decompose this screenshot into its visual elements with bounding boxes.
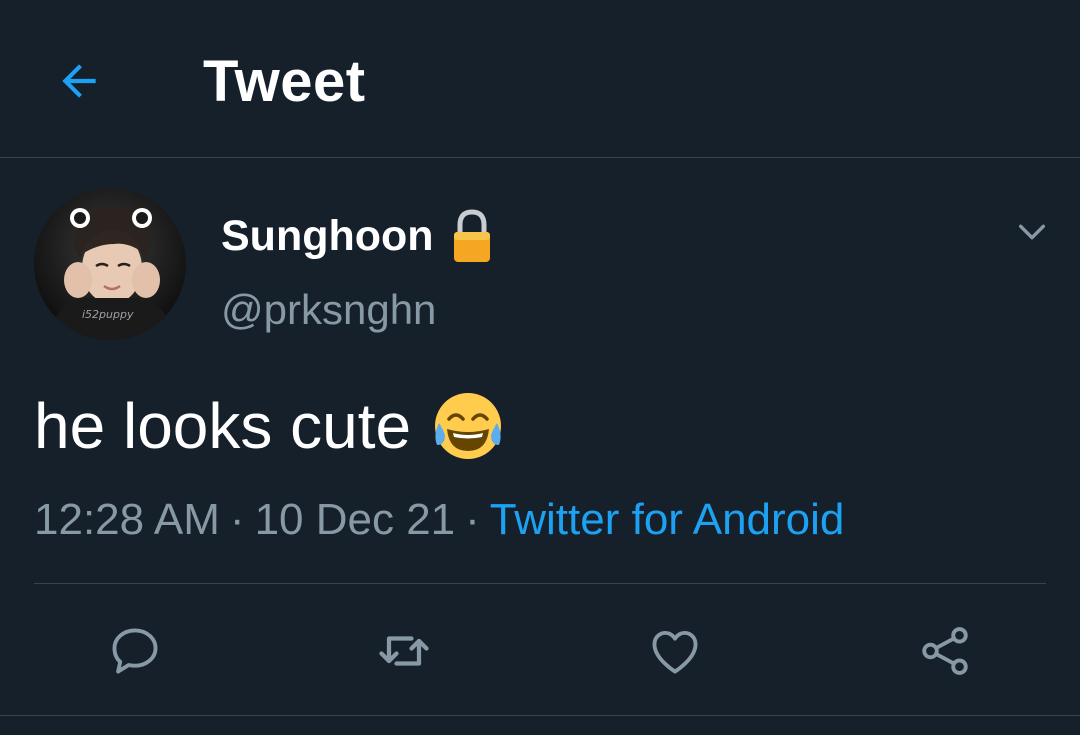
- retweet-button[interactable]: [365, 612, 443, 690]
- tweet-meta: 12:28 AM · 10 Dec 21 · Twitter for Android: [34, 492, 844, 548]
- meta-separator: ·: [229, 495, 245, 544]
- svg-text:i52puppy: i52puppy: [82, 308, 134, 321]
- chevron-down-icon: [1018, 224, 1046, 240]
- tweet-body: he looks cute: [34, 386, 505, 466]
- avatar-image: i52puppy: [34, 188, 186, 340]
- back-button[interactable]: [50, 52, 108, 110]
- like-button[interactable]: [636, 612, 714, 690]
- tweet-source-link[interactable]: Twitter for Android: [490, 495, 845, 544]
- author-display-name[interactable]: Sunghoon: [221, 208, 494, 264]
- reply-button[interactable]: [96, 612, 174, 690]
- divider: [34, 583, 1046, 584]
- reply-icon: [112, 628, 158, 674]
- tweet-detail-screen: Tweet i52puppy Sunghoon @prksnghn he loo…: [0, 0, 1080, 735]
- lock-icon: [453, 209, 490, 262]
- arrow-left-icon: [62, 64, 96, 98]
- share-icon: [922, 627, 968, 675]
- top-bar: Tweet: [0, 0, 1080, 158]
- heart-icon: [652, 630, 698, 674]
- avatar[interactable]: i52puppy: [34, 188, 186, 340]
- tweet-text: he looks cute: [34, 390, 412, 462]
- author-name-text: Sunghoon: [221, 212, 434, 260]
- divider: [0, 715, 1080, 716]
- tweet-options-button[interactable]: [1010, 210, 1054, 254]
- author-handle[interactable]: @prksnghn: [221, 284, 436, 336]
- tweet-actions: [0, 612, 1080, 690]
- meta-separator: ·: [465, 495, 480, 544]
- retweet-icon: [379, 636, 429, 666]
- tweet-time: 12:28 AM: [34, 495, 220, 544]
- share-button[interactable]: [906, 612, 984, 690]
- tweet-date: 10 Dec 21: [254, 495, 456, 544]
- face-with-tears-of-joy-icon: [435, 393, 502, 459]
- page-title: Tweet: [203, 49, 366, 114]
